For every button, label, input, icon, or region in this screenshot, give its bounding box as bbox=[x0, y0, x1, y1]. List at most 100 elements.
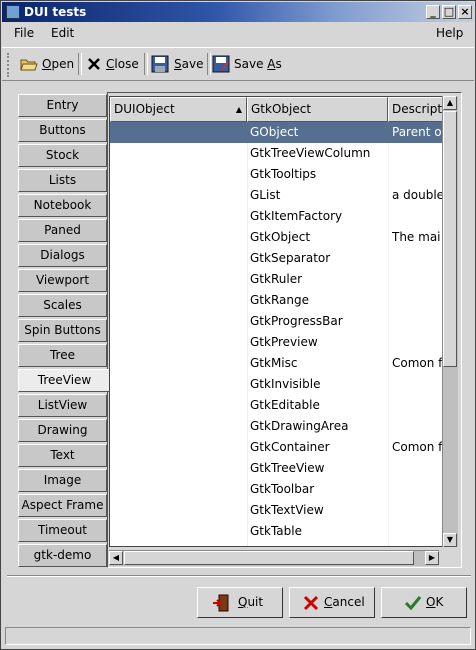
tree-cell-gtkobject: GtkProgressBar bbox=[250, 314, 343, 328]
horizontal-scrollbar[interactable]: ◀ ▶ bbox=[109, 550, 439, 566]
open-button[interactable]: Open bbox=[18, 51, 76, 77]
tree-cell-gtkobject: GtkPreview bbox=[250, 335, 318, 349]
tree-cell-gtkobject: GList bbox=[250, 188, 281, 202]
tree-row[interactable]: ▽ContainerGtkContainerComon f bbox=[110, 437, 443, 458]
menu-file[interactable]: File bbox=[14, 26, 34, 40]
tab-tree[interactable]: Tree bbox=[18, 344, 107, 367]
tree-cell-description: a double bbox=[392, 188, 443, 202]
tree-cell-gtkobject: GtkRange bbox=[250, 293, 309, 307]
vertical-scrollbar[interactable]: ▲ ▼ bbox=[442, 96, 458, 547]
tree-cell-gtkobject: GtkTooltips bbox=[250, 167, 317, 181]
tab-gtk-demo[interactable]: gtk-demo bbox=[18, 544, 107, 567]
column-header-duiobject[interactable]: DUIObject ▲ bbox=[110, 97, 247, 122]
menu-edit[interactable]: Edit bbox=[51, 26, 74, 40]
tree-row[interactable]: ▷RangeGtkRange bbox=[110, 290, 442, 311]
tree-row[interactable]: TreeViewColumnGtkTreeViewColumn bbox=[110, 143, 442, 164]
tree-cell-gtkobject: GtkTreeView bbox=[250, 461, 325, 475]
maximize-button[interactable]: □ bbox=[442, 5, 456, 19]
tree-cell-gtkobject: GtkObject bbox=[250, 230, 311, 244]
tab-scales[interactable]: Scales bbox=[18, 294, 107, 317]
tree-cell-gtkobject: GtkContainer bbox=[250, 440, 330, 454]
tree-cell-gtkobject: GtkSeparator bbox=[250, 251, 331, 265]
toolbar-separator bbox=[207, 53, 211, 75]
tab-image[interactable]: Image bbox=[18, 469, 107, 492]
tree-cell-gtkobject: GtkToolbar bbox=[250, 482, 315, 496]
tree-cell-gtkobject: GtkTable bbox=[250, 524, 302, 538]
close-window-button[interactable]: × bbox=[458, 5, 472, 19]
tree-row[interactable]: ▷RulerGtkRuler bbox=[110, 269, 442, 290]
separator bbox=[7, 575, 471, 577]
tab-viewport[interactable]: Viewport bbox=[18, 269, 107, 292]
tab-lists[interactable]: Lists bbox=[18, 169, 107, 192]
folder-open-icon bbox=[20, 59, 38, 71]
tree-row[interactable]: PreviewGtkPreview bbox=[110, 332, 442, 353]
horizontal-scroll-thumb[interactable] bbox=[124, 551, 414, 565]
tree-cell-gtkobject: GtkInvisible bbox=[250, 377, 321, 391]
vertical-scroll-thumb[interactable] bbox=[443, 111, 457, 367]
column-header-gtkobject[interactable]: GtkObject bbox=[247, 97, 388, 122]
tree-cell-gtkobject: GtkMisc bbox=[250, 356, 298, 370]
status-bar bbox=[5, 627, 471, 645]
column-header-description[interactable]: Descript bbox=[388, 97, 442, 122]
window-title: DUI tests bbox=[24, 5, 87, 19]
tab-aspect-frame[interactable]: Aspect Frame bbox=[18, 494, 107, 517]
minimize-button[interactable]: _ bbox=[426, 5, 440, 19]
tree-row[interactable]: TextViewGtkTextView bbox=[110, 500, 442, 521]
tab-notebook[interactable]: Notebook bbox=[18, 194, 107, 217]
sort-ascending-icon: ▲ bbox=[235, 105, 242, 114]
tab-drawing[interactable]: Drawing bbox=[18, 419, 107, 442]
floppy-save-as-icon bbox=[212, 55, 230, 73]
scroll-down-arrow-icon[interactable]: ▼ bbox=[443, 533, 457, 547]
title-bar[interactable]: DUI tests _ □ × bbox=[2, 2, 474, 22]
save-button[interactable]: Save bbox=[150, 51, 204, 77]
tab-paned[interactable]: Paned bbox=[18, 219, 107, 242]
tab-spin-buttons[interactable]: Spin Buttons bbox=[18, 319, 107, 342]
tab-timeout[interactable]: Timeout bbox=[18, 519, 107, 542]
tab-stock[interactable]: Stock bbox=[18, 144, 107, 167]
tree-row[interactable]: ItemFactoryGtkItemFactory bbox=[110, 206, 442, 227]
tree-cell-gtkobject: GtkItemFactory bbox=[250, 209, 343, 223]
tree-row[interactable]: ▷EditableGtkEditable bbox=[110, 395, 442, 416]
toolbar-separator bbox=[144, 53, 148, 75]
tree-cell-gtkobject: GtkTextView bbox=[250, 503, 324, 517]
close-button[interactable]: Close bbox=[84, 51, 140, 77]
save-as-button[interactable]: Save As bbox=[212, 51, 284, 77]
tree-row[interactable]: ▷SeparatorGtkSeparator bbox=[110, 248, 442, 269]
tree-cell-description: Comon f bbox=[392, 440, 443, 454]
tree-row[interactable]: ▼ObjectGGObjectParent o bbox=[110, 122, 442, 143]
tree-cell-gtkobject: GtkEditable bbox=[250, 398, 320, 412]
tab-buttons[interactable]: Buttons bbox=[18, 119, 107, 142]
tree-row[interactable]: TreeViewGtkTreeView bbox=[110, 458, 442, 479]
floppy-save-icon bbox=[151, 55, 169, 73]
tree-view[interactable]: DUIObject ▲ GtkObject Descript ▼ObjectGG… bbox=[109, 96, 443, 547]
menu-bar: File Edit Help bbox=[2, 23, 474, 45]
tree-row[interactable]: ▷DrawingAreaGtkDrawingArea bbox=[110, 416, 442, 437]
tab-text[interactable]: Text bbox=[18, 444, 107, 467]
tree-cell-description: Parent o bbox=[392, 125, 442, 139]
tree-row[interactable]: ProgressBarGtkProgressBar bbox=[110, 311, 442, 332]
ok-button[interactable]: OK bbox=[381, 587, 467, 618]
scroll-up-arrow-icon[interactable]: ▲ bbox=[443, 96, 457, 110]
cancel-x-icon bbox=[303, 595, 319, 611]
toolbar-grip-icon[interactable] bbox=[7, 53, 15, 77]
tree-row[interactable]: ▽DUIObjectGtkObjectThe mai bbox=[110, 227, 442, 248]
tab-listview[interactable]: ListView bbox=[18, 394, 107, 417]
tree-row[interactable]: TableGtkTable bbox=[110, 521, 442, 542]
tree-cell-description: Comon f bbox=[392, 356, 443, 370]
tree-row[interactable]: ▷MiscGtkMiscComon f bbox=[110, 353, 443, 374]
tab-entry[interactable]: Entry bbox=[18, 94, 107, 117]
tree-cell-gtkobject: GObject bbox=[250, 125, 299, 139]
app-icon bbox=[6, 5, 20, 19]
tab-treeview[interactable]: TreeView bbox=[18, 369, 110, 392]
tree-row[interactable]: TooltipsGtkTooltips bbox=[110, 164, 442, 185]
tree-row[interactable]: InvisibleGtkInvisible bbox=[110, 374, 442, 395]
scroll-right-arrow-icon[interactable]: ▶ bbox=[425, 551, 439, 565]
tree-row[interactable]: ToolbarGtkToolbar bbox=[110, 479, 442, 500]
main-window: DUI tests _ □ × File Edit Help Open Clos… bbox=[0, 0, 476, 650]
menu-help[interactable]: Help bbox=[436, 26, 463, 40]
cancel-button[interactable]: Cancel bbox=[289, 587, 375, 618]
scroll-left-arrow-icon[interactable]: ◀ bbox=[109, 551, 123, 565]
quit-button[interactable]: Quit bbox=[197, 587, 283, 618]
tree-row[interactable]: ListGGLista double bbox=[110, 185, 443, 206]
tab-dialogs[interactable]: Dialogs bbox=[18, 244, 107, 267]
